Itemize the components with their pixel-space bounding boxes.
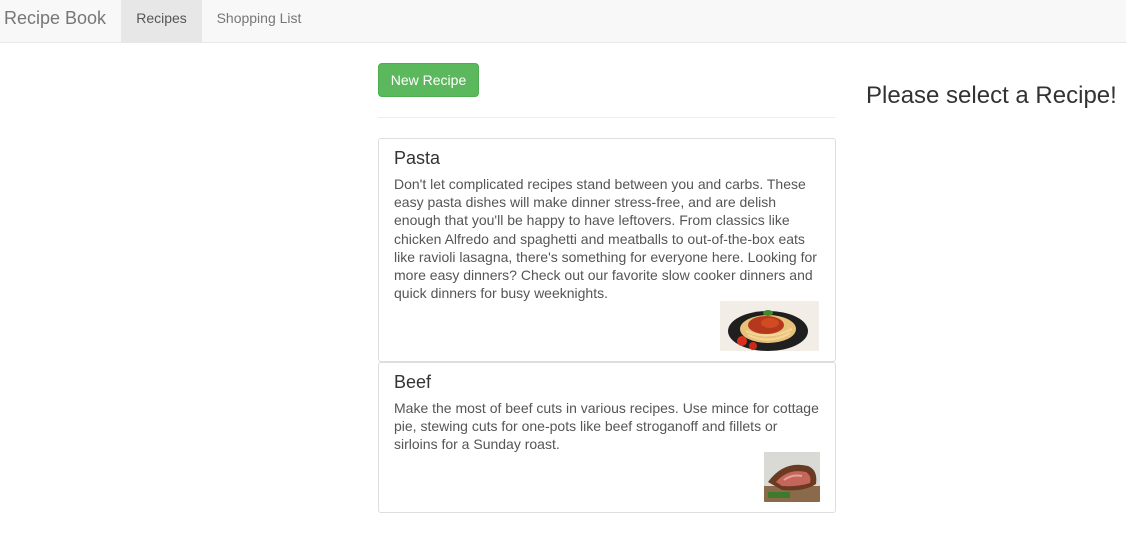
brand-link[interactable]: Recipe Book (4, 0, 106, 42)
tab-shopping-list[interactable]: Shopping List (202, 0, 316, 42)
new-recipe-button[interactable]: New Recipe (378, 63, 479, 97)
recipe-description: Don't let complicated recipes stand betw… (394, 176, 817, 302)
recipe-name: Pasta (394, 148, 441, 168)
recipe-item-pasta[interactable]: Pasta Don't let complicated recipes stan… (378, 138, 836, 362)
select-recipe-heading: Please select a Recipe! (866, 82, 1117, 109)
recipe-name: Beef (394, 372, 432, 392)
recipe-item-beef[interactable]: Beef Make the most of beef cuts in vario… (378, 362, 836, 513)
pasta-dish-photo (720, 301, 819, 351)
beef-roast-photo (764, 452, 820, 502)
navbar: Recipe Book Recipes Shopping List (0, 0, 1126, 43)
recipe-description: Make the most of beef cuts in various re… (394, 400, 819, 453)
tab-recipes[interactable]: Recipes (121, 0, 202, 42)
divider (378, 117, 836, 118)
